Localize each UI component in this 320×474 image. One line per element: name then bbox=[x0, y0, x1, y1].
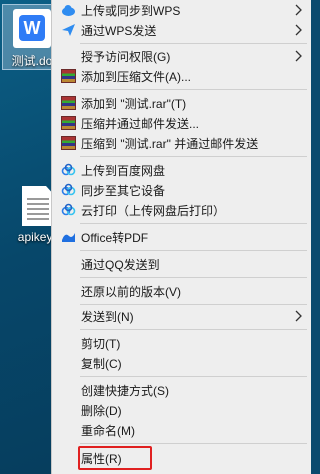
menu-item-cloud-print[interactable]: 云打印（上传网盘后打印） bbox=[52, 200, 312, 220]
menu-item-send-via-wps[interactable]: 通过WPS发送 bbox=[52, 20, 312, 40]
menu-separator bbox=[80, 304, 307, 305]
baidu-cloud-icon bbox=[61, 163, 76, 176]
menu-item-delete[interactable]: 删除(D) bbox=[52, 400, 312, 420]
menu-item-upload-wps[interactable]: 上传或同步到WPS bbox=[52, 0, 312, 20]
menu-separator bbox=[80, 89, 307, 90]
office-pdf-icon bbox=[62, 233, 75, 242]
chevron-right-icon bbox=[295, 310, 302, 322]
menu-separator bbox=[80, 156, 307, 157]
menu-item-grant-access[interactable]: 授予访问权限(G) bbox=[52, 46, 312, 66]
menu-separator bbox=[80, 250, 307, 251]
menu-item-compress-rar-email[interactable]: 压缩到 "测试.rar" 并通过邮件发送 bbox=[52, 133, 312, 153]
chevron-right-icon bbox=[295, 4, 302, 16]
winrar-icon bbox=[61, 69, 76, 83]
menu-item-create-shortcut[interactable]: 创建快捷方式(S) bbox=[52, 380, 312, 400]
baidu-cloud-icon bbox=[61, 203, 76, 216]
menu-separator bbox=[80, 43, 307, 44]
menu-item-send-via-qq[interactable]: 通过QQ发送到 bbox=[52, 254, 312, 274]
menu-item-office-to-pdf[interactable]: Office转PDF bbox=[52, 227, 312, 247]
winrar-icon bbox=[61, 116, 76, 130]
chevron-right-icon bbox=[295, 24, 302, 36]
context-menu: 上传或同步到WPS 通过WPS发送 授予访问权限(G) 添加到压缩文件(A)..… bbox=[51, 0, 311, 474]
menu-item-sync-devices[interactable]: 同步至其它设备 bbox=[52, 180, 312, 200]
menu-item-add-to-rar[interactable]: 添加到 "测试.rar"(T) bbox=[52, 93, 312, 113]
menu-separator bbox=[80, 443, 307, 444]
menu-separator bbox=[80, 329, 307, 330]
menu-item-send-to[interactable]: 发送到(N) bbox=[52, 306, 312, 326]
winrar-icon bbox=[61, 96, 76, 110]
wps-document-icon bbox=[13, 9, 51, 48]
menu-item-compress-email[interactable]: 压缩并通过邮件发送... bbox=[52, 113, 312, 133]
chevron-right-icon bbox=[295, 50, 302, 62]
wps-send-icon bbox=[62, 24, 75, 36]
menu-item-copy[interactable]: 复制(C) bbox=[52, 353, 312, 373]
menu-separator bbox=[80, 223, 307, 224]
menu-separator bbox=[80, 277, 307, 278]
properties-highlight-box bbox=[78, 446, 152, 470]
menu-item-upload-baidu[interactable]: 上传到百度网盘 bbox=[52, 160, 312, 180]
menu-item-rename[interactable]: 重命名(M) bbox=[52, 420, 312, 440]
menu-separator bbox=[80, 376, 307, 377]
menu-item-cut[interactable]: 剪切(T) bbox=[52, 333, 312, 353]
menu-item-add-to-archive[interactable]: 添加到压缩文件(A)... bbox=[52, 66, 312, 86]
desktop-icon-label: 测试.do bbox=[11, 54, 53, 68]
winrar-icon bbox=[61, 136, 76, 150]
wps-cloud-icon bbox=[62, 5, 75, 16]
menu-item-restore-versions[interactable]: 还原以前的版本(V) bbox=[52, 281, 312, 301]
text-file-icon bbox=[22, 186, 54, 226]
baidu-cloud-icon bbox=[61, 183, 76, 196]
